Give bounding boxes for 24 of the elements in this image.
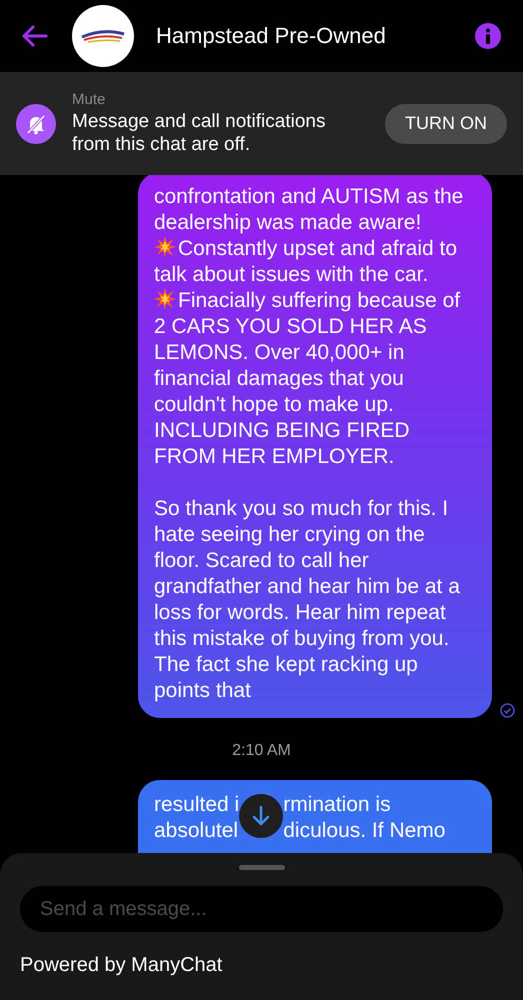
message-text: absolutel <box>154 818 240 844</box>
info-icon[interactable] <box>475 23 501 49</box>
turn-on-button[interactable]: TURN ON <box>385 104 507 144</box>
logo-icon <box>80 28 126 44</box>
message-text: Constantly upset and afraid to talk about issues with the car. <box>154 237 458 286</box>
collision-icon <box>154 236 176 258</box>
powered-by-text: Powered by ManyChat <box>20 954 224 977</box>
message-text: Finacially suffering because of 2 CARS YOU SOLD HER AS LEMONS. Over 40,000+ in financial damages that you couldn't hope to make up. INCLUDING BEING FIRED FROM HER EMPLOYER. <box>154 289 460 468</box>
message-text: resulted i <box>154 792 240 818</box>
message-time: 2:10 AM <box>231 742 292 760</box>
message-input[interactable]: Send a message... <box>20 886 503 932</box>
message-text: So thank you so much for this. I hate seeing her crying on the floor. Scared to call her grandfather and hear him be at a loss for words. Hear him repeat this mistake of buying from you. The fact she kept racking up points that <box>154 497 460 702</box>
scroll-down-button[interactable] <box>239 794 284 838</box>
mute-label: Mute <box>72 91 106 108</box>
muted-bell-icon <box>16 104 56 144</box>
collision-icon <box>154 288 176 310</box>
arrow-down-icon <box>251 805 272 827</box>
message-text: rmination is <box>283 792 392 818</box>
back-arrow-icon[interactable] <box>22 25 48 47</box>
message-text: diculous. If Nemo <box>283 818 446 844</box>
mute-message: Message and call notifications from this chat are off. <box>72 110 326 156</box>
chat-title: Hampstead Pre-Owned <box>156 23 387 49</box>
drag-handle[interactable] <box>238 865 284 870</box>
message-text: confrontation and AUTISM as the dealership was made aware! <box>154 185 464 234</box>
